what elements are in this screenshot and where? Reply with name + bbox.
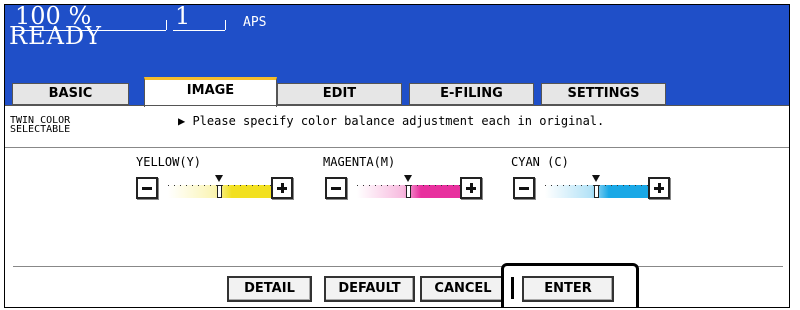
magenta-increase-button[interactable] [460, 177, 482, 199]
cyan-scale [545, 175, 648, 199]
plus-icon-vertical [281, 183, 284, 193]
cyan-center-marker-icon [592, 175, 600, 182]
yellow-label: YELLOW(Y) [136, 155, 202, 169]
yellow-center-marker-icon [215, 175, 223, 182]
cyan-decrease-button[interactable] [513, 177, 535, 199]
minus-icon [142, 187, 152, 190]
tab-baseline [5, 105, 789, 106]
copies-underline [173, 30, 225, 31]
cancel-button[interactable]: CANCEL [420, 276, 506, 302]
copier-panel: 100 % 1 APS READY BASIC IMAGE EDIT E-FIL… [4, 4, 790, 308]
minus-icon [519, 187, 529, 190]
machine-status: READY [9, 22, 103, 50]
detail-button[interactable]: DETAIL [227, 276, 312, 302]
yellow-increase-button[interactable] [271, 177, 293, 199]
plus-icon-vertical [470, 183, 473, 193]
default-button[interactable]: DEFAULT [324, 276, 415, 302]
tab-image[interactable]: IMAGE [144, 77, 277, 107]
magenta-center-marker-icon [404, 175, 412, 182]
tab-basic[interactable]: BASIC [12, 83, 129, 105]
copy-count: 1 [175, 4, 191, 30]
magenta-level-indicator[interactable] [406, 185, 411, 198]
cyan-label: CYAN (C) [511, 155, 569, 169]
copies-underline-end [225, 20, 226, 30]
enter-button[interactable]: ENTER [522, 276, 614, 302]
tab-edit[interactable]: EDIT [277, 83, 402, 105]
callout-divider [511, 277, 514, 299]
yellow-scale [168, 175, 271, 199]
mode-label-line2: SELECTABLE [10, 124, 71, 135]
yellow-decrease-button[interactable] [136, 177, 158, 199]
divider-bottom [13, 266, 783, 267]
magenta-decrease-button[interactable] [325, 177, 347, 199]
plus-icon-vertical [658, 183, 661, 193]
tab-settings[interactable]: SETTINGS [541, 83, 666, 105]
status-header: 100 % 1 APS READY BASIC IMAGE EDIT E-FIL… [5, 4, 789, 107]
cyan-level-indicator[interactable] [594, 185, 599, 198]
tab-e-filing[interactable]: E-FILING [409, 83, 534, 105]
paper-size: APS [243, 15, 267, 30]
cyan-increase-button[interactable] [648, 177, 670, 199]
yellow-level-indicator[interactable] [217, 185, 222, 198]
instruction-message: ▶ Please specify color balance adjustmen… [178, 114, 605, 128]
zoom-underline-end [166, 20, 167, 30]
magenta-scale [357, 175, 460, 199]
minus-icon [331, 187, 341, 190]
divider-top [5, 147, 789, 148]
mode-label: TWIN COLOR SELECTABLE [10, 116, 71, 135]
magenta-label: MAGENTA(M) [323, 155, 396, 169]
